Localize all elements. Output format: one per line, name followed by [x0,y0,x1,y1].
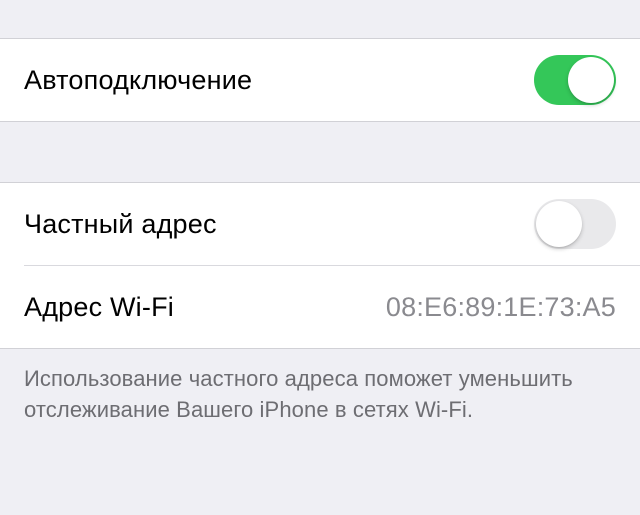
private-address-row: Частный адрес [0,183,640,265]
autojoin-label: Автоподключение [24,65,252,96]
private-address-footer: Использование частного адреса поможет ум… [0,349,640,425]
switch-knob [536,201,582,247]
section-spacer [0,122,640,182]
autojoin-toggle[interactable] [534,55,616,105]
wifi-address-value: 08:E6:89:1E:73:A5 [386,292,616,323]
private-address-label: Частный адрес [24,209,217,240]
section-autojoin: Автоподключение [0,39,640,121]
switch-knob [568,57,614,103]
wifi-address-label: Адрес Wi-Fi [24,292,174,323]
wifi-address-row: Адрес Wi-Fi 08:E6:89:1E:73:A5 [0,266,640,348]
section-spacer [0,0,640,38]
autojoin-row: Автоподключение [0,39,640,121]
section-private: Частный адрес Адрес Wi-Fi 08:E6:89:1E:73… [0,183,640,348]
private-address-toggle[interactable] [534,199,616,249]
